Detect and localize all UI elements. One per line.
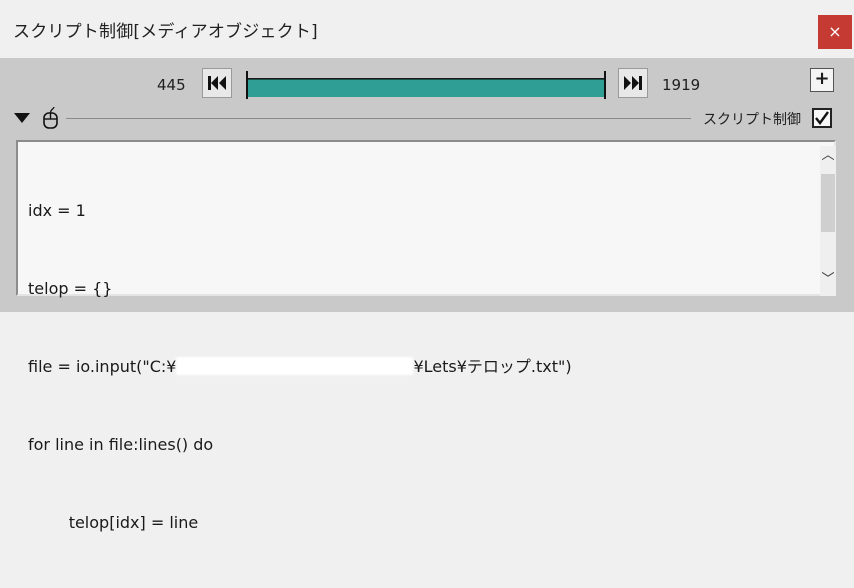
slider-end-cap[interactable] [604, 71, 606, 99]
end-frame-label: 1919 [662, 76, 701, 94]
code-line-suffix: ¥Lets¥テロップ.txt") [413, 357, 572, 376]
code-line: file = io.input("C:¥ ¥Lets¥テロップ.txt") [28, 354, 572, 380]
scroll-thumb[interactable] [821, 174, 835, 232]
scroll-down-icon[interactable]: ﹀ [820, 272, 836, 288]
section-header: スクリプト制御 [0, 104, 854, 132]
rewind-button[interactable] [202, 68, 232, 98]
collapse-triangle-icon[interactable] [14, 113, 30, 123]
fast-forward-icon [624, 76, 642, 90]
window-title: スクリプト制御[メディアオブジェクト] [13, 22, 318, 42]
section-divider [66, 118, 691, 119]
script-control-checkbox[interactable] [812, 108, 832, 128]
code-line: telop[idx] = line [28, 513, 199, 532]
vertical-scrollbar[interactable]: ︿ ﹀ [820, 146, 836, 296]
scroll-up-icon[interactable]: ︿ [820, 148, 836, 164]
slider-start-cap [246, 71, 248, 99]
checkmark-icon [815, 111, 829, 125]
title-bar: スクリプト制御[メディアオブジェクト] × [0, 0, 854, 58]
close-icon: × [828, 22, 842, 41]
code-line-prefix: file = io.input("C:¥ [28, 357, 177, 376]
close-button[interactable]: × [818, 15, 852, 49]
add-button[interactable]: + [810, 68, 834, 92]
forward-button[interactable] [618, 68, 648, 98]
code-line: idx = 1 [28, 201, 86, 220]
rewind-icon [208, 76, 226, 90]
mouse-icon [43, 107, 58, 129]
slider-fill [246, 79, 606, 97]
slider-track [246, 78, 606, 79]
code-text[interactable]: idx = 1 telop = {} file = io.input("C:¥ ¥… [28, 146, 572, 588]
start-frame-label: 445 [157, 76, 186, 94]
script-editor[interactable]: idx = 1 telop = {} file = io.input("C:¥ ¥… [16, 140, 836, 532]
redacted-path [176, 357, 414, 375]
script-control-label: スクリプト制御 [703, 112, 801, 128]
code-line: for line in file:lines() do [28, 435, 214, 454]
code-line: telop = {} [28, 279, 113, 298]
frame-slider[interactable] [246, 71, 606, 99]
bottom-strip [0, 300, 854, 312]
